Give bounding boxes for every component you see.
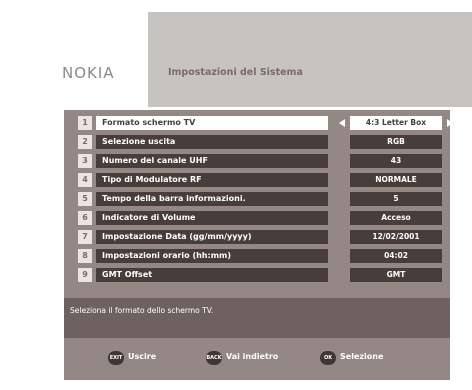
arrow-right-icon[interactable]: [447, 119, 453, 127]
menu-row-value: 12/02/2001: [350, 230, 442, 244]
menu-row-value: RGB: [350, 135, 442, 149]
menu-row-value: GMT: [350, 268, 442, 282]
menu-row-number: 4: [78, 173, 92, 187]
menu-row-label: GMT Offset: [96, 268, 328, 282]
title-panel: Impostazioni del Sistema: [148, 12, 472, 107]
menu-row-label: Formato schermo TV: [96, 116, 328, 130]
menu-row-number: 8: [78, 249, 92, 263]
menu-row-number: 6: [78, 211, 92, 225]
menu-row-number: 9: [78, 268, 92, 282]
header: NOKIA Impostazioni del Sistema: [0, 0, 472, 107]
exit-key-icon: EXIT: [108, 351, 124, 365]
arrow-left-icon[interactable]: [339, 119, 345, 127]
menu-row-value: 43: [350, 154, 442, 168]
menu-row-value: Acceso: [350, 211, 442, 225]
menu-row-label: Tempo della barra informazioni.: [96, 192, 328, 206]
menu-row-label: Indicatore di Volume: [96, 211, 328, 225]
menu-row-value: 5: [350, 192, 442, 206]
settings-panel: 1 Formato schermo TV 4:3 Letter Box 2 Se…: [64, 110, 453, 380]
help-box: Seleziona il formato dello schermo TV.: [64, 298, 450, 338]
menu-row-label: Impostazioni orario (hh:mm): [96, 249, 328, 263]
menu-row-value: NORMALE: [350, 173, 442, 187]
ok-label: Selezione: [340, 352, 384, 361]
back-label: Vai indietro: [226, 352, 279, 361]
menu-row-number: 7: [78, 230, 92, 244]
menu-row-label: Numero del canale UHF: [96, 154, 328, 168]
menu-row-number: 1: [78, 116, 92, 130]
help-text: Seleziona il formato dello schermo TV.: [70, 306, 214, 315]
menu-row-number: 3: [78, 154, 92, 168]
back-key-icon: BACK: [206, 351, 222, 365]
menu-row-label: Impostazione Data (gg/mm/yyyy): [96, 230, 328, 244]
menu-row-value[interactable]: 4:3 Letter Box: [350, 116, 442, 130]
menu-row-label: Tipo di Modulatore RF: [96, 173, 328, 187]
menu-row-number: 2: [78, 135, 92, 149]
menu-row-label: Selezione uscita: [96, 135, 328, 149]
page-title: Impostazioni del Sistema: [168, 67, 303, 78]
ok-key-icon: OK: [320, 351, 336, 365]
exit-label: Uscire: [128, 352, 157, 361]
menu-row-value: 04:02: [350, 249, 442, 263]
brand-logo: NOKIA: [62, 64, 115, 82]
menu-row-number: 5: [78, 192, 92, 206]
